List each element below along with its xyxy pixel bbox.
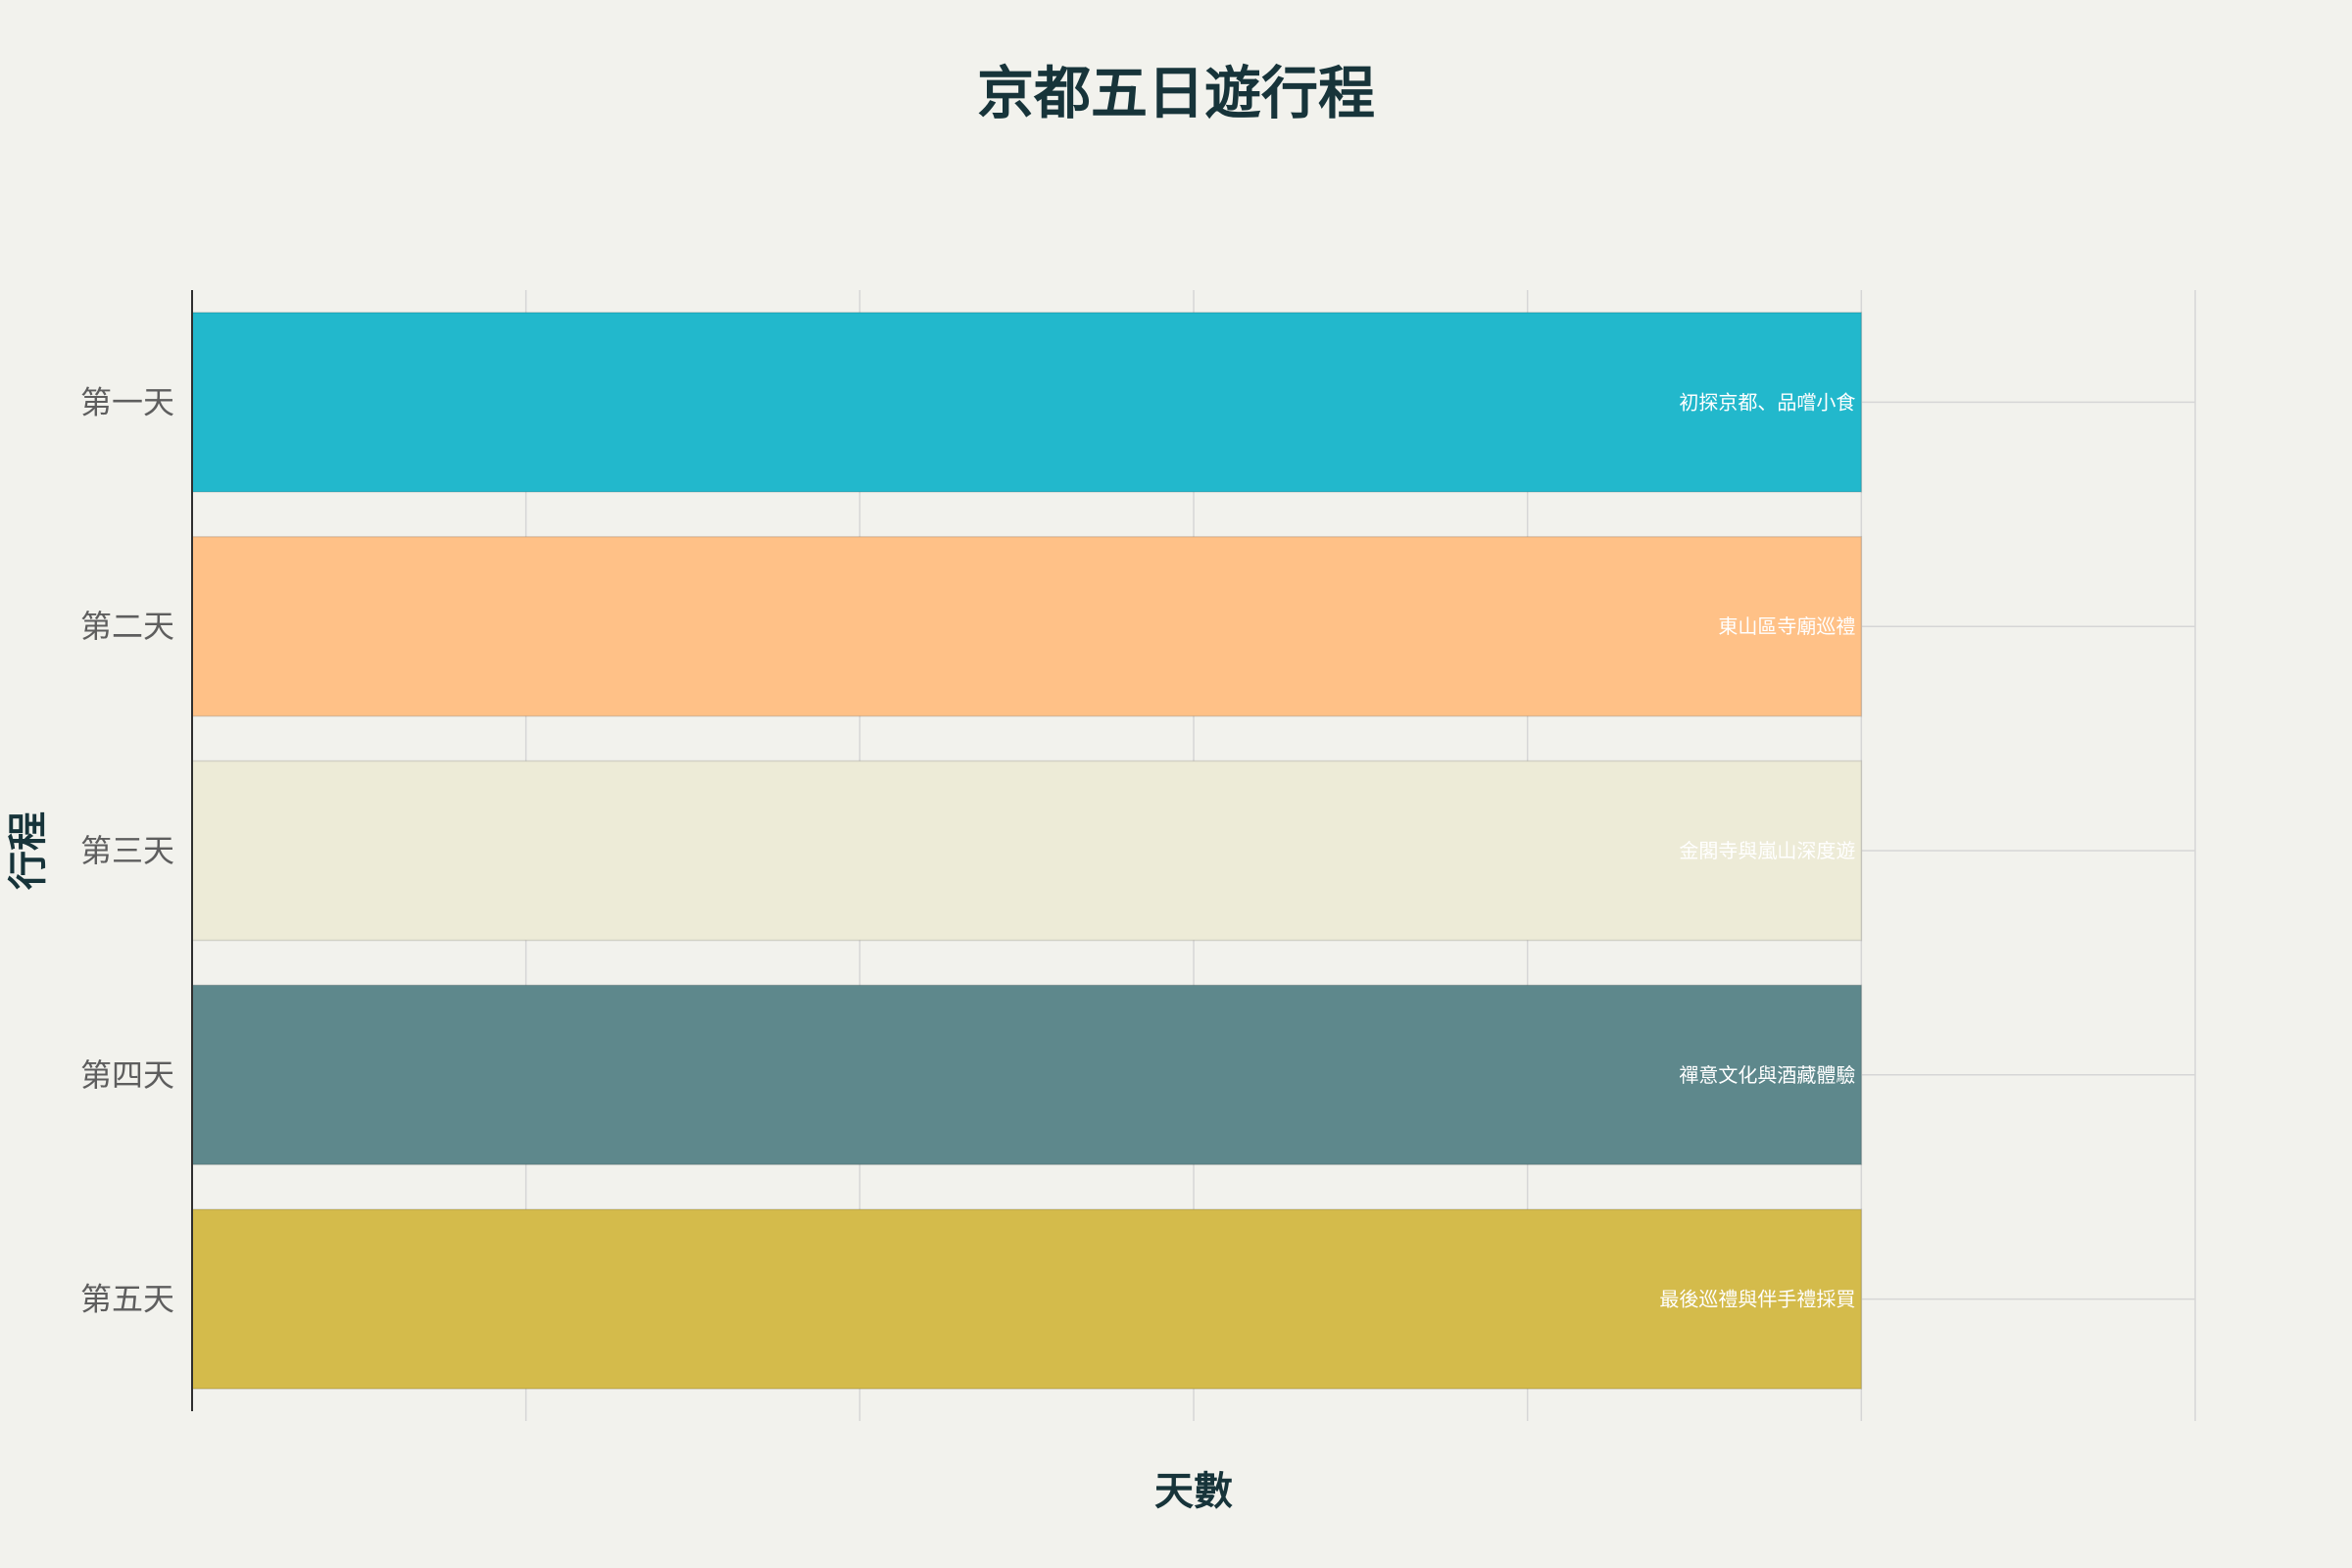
bars — [191, 312, 1863, 1390]
y-tick-label: 第一天 — [80, 383, 174, 420]
bar-data-label: 初探京都、品嚐小食 — [1679, 390, 1855, 414]
y-tick-label: 第五天 — [80, 1281, 174, 1318]
chart: 京都五日遊行程 初探京都、品嚐小食第一天東山區寺廟巡禮第二天金閣寺與嵐山深度遊第… — [6, 60, 2196, 1514]
x-axis-title: 天數 — [1154, 1469, 1233, 1514]
y-axis-title: 行程 — [6, 811, 51, 890]
y-tick-label: 第二天 — [80, 608, 174, 645]
bar[interactable] — [191, 984, 1863, 1166]
bar-data-label: 金閣寺與嵐山深度遊 — [1679, 839, 1855, 862]
bar[interactable] — [191, 1208, 1863, 1390]
y-tick-label: 第三天 — [80, 832, 174, 869]
chart-title: 京都五日遊行程 — [977, 60, 1375, 126]
bar-data-label: 東山區寺廟巡禮 — [1718, 614, 1855, 638]
bar-data-label: 禪意文化與酒藏體驗 — [1679, 1063, 1855, 1087]
bar-data-label: 最後巡禮與伴手禮採買 — [1659, 1288, 1855, 1311]
bar[interactable] — [191, 760, 1863, 942]
bar[interactable] — [191, 312, 1863, 493]
bar[interactable] — [191, 535, 1863, 717]
y-tick-label: 第四天 — [80, 1056, 174, 1094]
